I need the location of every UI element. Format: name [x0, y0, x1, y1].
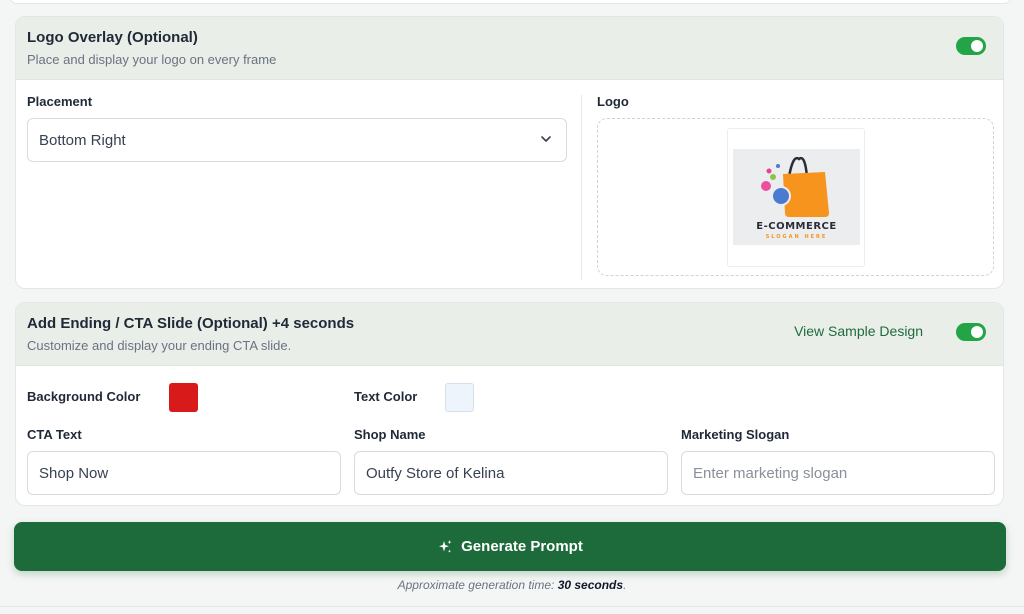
generate-prompt-button[interactable]: Generate Prompt	[14, 522, 1006, 571]
cta-text-input[interactable]: Shop Now	[27, 451, 341, 495]
toggle-knob	[971, 40, 983, 52]
logo-upload-zone[interactable]: E-COMMERCE SLOGAN HERE	[597, 118, 994, 276]
logo-overlay-toggle[interactable]	[956, 37, 986, 55]
generation-time-note: Approximate generation time: 30 seconds.	[0, 578, 1024, 592]
marketing-slogan-placeholder: Enter marketing slogan	[693, 464, 848, 482]
cta-slide-card: Add Ending / CTA Slide (Optional) +4 sec…	[15, 302, 1004, 506]
marketing-slogan-label: Marketing Slogan	[681, 427, 790, 442]
logo-overlay-subtitle: Place and display your logo on every fra…	[27, 52, 277, 67]
placement-value: Bottom Right	[39, 131, 126, 149]
text-color-swatch[interactable]	[445, 383, 474, 412]
sparkle-icon	[439, 539, 452, 553]
cta-text-value: Shop Now	[39, 464, 109, 482]
cta-text-label: CTA Text	[27, 427, 82, 442]
placement-select[interactable]: Bottom Right	[27, 118, 567, 162]
shopping-bag-logo-icon	[761, 156, 829, 217]
placement-label: Placement	[27, 94, 93, 109]
shop-name-value: Outfy Store of Kelina	[366, 464, 505, 482]
cta-slide-toggle[interactable]	[956, 323, 986, 341]
chevron-down-icon	[541, 136, 551, 142]
view-sample-design-link[interactable]: View Sample Design	[794, 323, 923, 339]
toggle-knob	[971, 326, 983, 338]
text-color-label: Text Color	[354, 389, 418, 404]
logo-wordmark: E-COMMERCE	[756, 221, 837, 232]
generation-time-value: 30 seconds	[557, 578, 624, 592]
generation-time-prefix: Approximate generation time:	[397, 578, 555, 592]
logo-preview-image: E-COMMERCE SLOGAN HERE	[733, 149, 860, 245]
column-divider	[581, 95, 582, 280]
cta-slide-header: Add Ending / CTA Slide (Optional) +4 sec…	[16, 303, 1003, 366]
generation-time-suffix: .	[623, 578, 627, 592]
generate-prompt-label: Generate Prompt	[461, 538, 583, 555]
cta-slide-title: Add Ending / CTA Slide (Optional) +4 sec…	[27, 315, 355, 332]
logo-overlay-title: Logo Overlay (Optional)	[27, 29, 198, 46]
logo-slogan: SLOGAN HERE	[765, 234, 828, 240]
shop-name-label: Shop Name	[354, 427, 426, 442]
cta-slide-subtitle: Customize and display your ending CTA sl…	[27, 338, 292, 353]
background-color-swatch[interactable]	[169, 383, 198, 412]
background-color-label: Background Color	[27, 389, 141, 404]
shop-name-input[interactable]: Outfy Store of Kelina	[354, 451, 668, 495]
previous-card-edge	[9, 0, 1012, 4]
logo-overlay-header: Logo Overlay (Optional) Place and displa…	[16, 17, 1003, 80]
logo-overlay-card: Logo Overlay (Optional) Place and displa…	[15, 16, 1004, 289]
page-bottom-divider	[0, 606, 1024, 607]
logo-label: Logo	[597, 94, 629, 109]
marketing-slogan-input[interactable]: Enter marketing slogan	[681, 451, 995, 495]
logo-preview: E-COMMERCE SLOGAN HERE	[727, 128, 865, 267]
